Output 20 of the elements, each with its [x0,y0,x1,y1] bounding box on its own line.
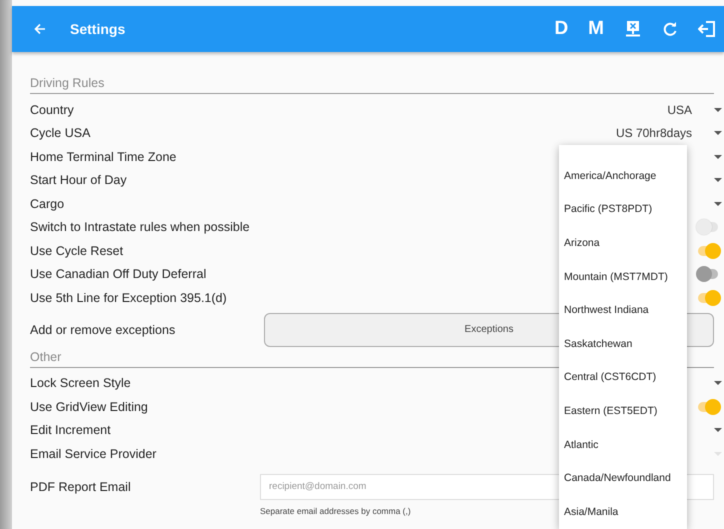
setting-label: Use Cycle Reset [30,244,124,258]
setting-label: Lock Screen Style [30,376,132,390]
dropdown-value: US 70hr8days [614,126,693,140]
setting-label: Use 5th Line for Exception 395.1(d) [30,290,228,305]
dropdown-value: USA [666,102,693,117]
setting-label: PDF Report Email [30,478,132,494]
section-header: Driving Rules [30,76,714,94]
setting-label: Add or remove exceptions [30,322,176,336]
screen-title: Settings [70,21,126,37]
setting-label: Cycle USA [30,126,92,140]
setting-label: Start Hour of Day [30,173,128,188]
field-hint: Separate email addresses by comma (,) [260,506,411,516]
setting-label: Switch to Intrastate rules when possible [30,220,250,234]
setting-label: Home Terminal Time Zone [30,150,178,164]
setting-label: Use Canadian Off Duty Deferral [30,267,208,282]
setting-label: Cargo [30,196,66,211]
setting-label: Country [30,102,75,117]
setting-label: Edit Increment [30,423,112,438]
setting-label: Email Service Provider [30,446,158,461]
setting-label: Use GridView Editing [30,400,149,414]
